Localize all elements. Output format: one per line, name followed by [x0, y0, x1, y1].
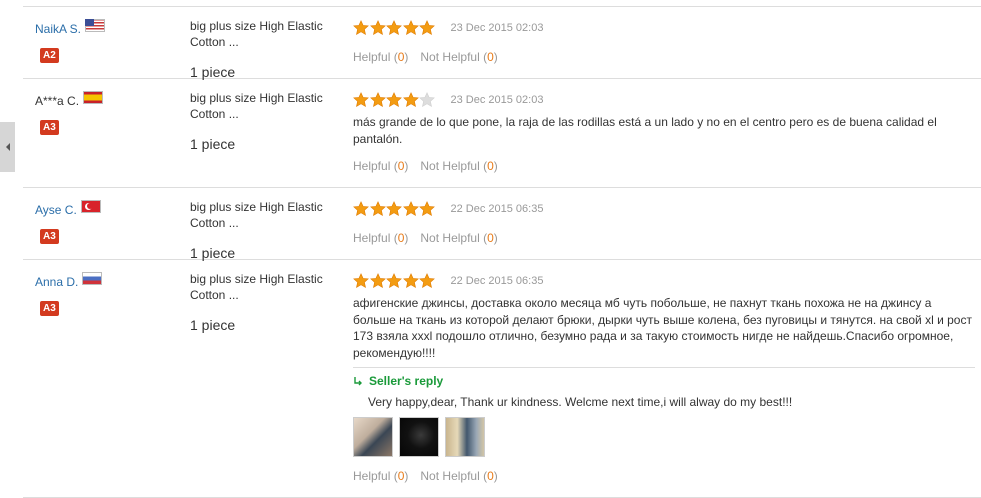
- product-info: big plus size High Elastic Cotton ... 1 …: [190, 90, 340, 152]
- star-filled-icon: [353, 92, 369, 107]
- star-filled-icon: [353, 20, 369, 35]
- not-helpful-button[interactable]: Not Helpful (0): [420, 469, 497, 483]
- review-content: 22 Dec 2015 06:35 афигенские джинсы, дос…: [353, 260, 975, 497]
- star-filled-icon: [369, 273, 386, 288]
- us-flag-icon: [85, 18, 106, 32]
- review-photos: [353, 417, 975, 457]
- product-info: big plus size High Elastic Cotton ... 1 …: [190, 18, 340, 80]
- buyer-name-link[interactable]: NaikA S.: [35, 22, 81, 36]
- seller-reply-heading: Seller's reply: [353, 374, 975, 388]
- star-filled-icon: [402, 92, 419, 107]
- buyer-level-badge: A3: [40, 120, 59, 135]
- ru-flag-icon: [82, 271, 103, 285]
- buyer-level-badge: A3: [40, 301, 59, 316]
- tr-flag-icon: [80, 199, 101, 213]
- feedback-list: NaikA S. A2 big plus size High Elastic C…: [23, 6, 981, 498]
- star-filled-icon: [386, 92, 402, 107]
- star-empty-icon: [419, 92, 435, 107]
- review-item: Ayse C. A3 big plus size High Elastic Co…: [23, 188, 981, 261]
- seller-reply-text: Very happy,dear, Thank ur kindness. Welc…: [368, 395, 793, 409]
- star-filled-icon: [353, 201, 369, 216]
- star-filled-icon: [386, 20, 402, 35]
- buyer-info: Ayse C. A3: [35, 199, 185, 244]
- review-content: 23 Dec 2015 02:03 más grande de lo que p…: [353, 79, 975, 187]
- product-quantity: 1 piece: [190, 136, 236, 152]
- buyer-level-badge: A2: [40, 48, 59, 63]
- helpful-votes: Helpful (0) Not Helpful (0): [353, 469, 975, 483]
- product-info: big plus size High Elastic Cotton ... 1 …: [190, 271, 340, 333]
- review-date: 22 Dec 2015 06:35: [450, 203, 544, 215]
- helpful-votes: Helpful (0) Not Helpful (0): [353, 159, 975, 173]
- star-rating: [353, 20, 436, 36]
- star-filled-icon: [402, 20, 419, 35]
- product-quantity: 1 piece: [190, 245, 236, 261]
- star-filled-icon: [386, 273, 402, 288]
- review-content: 23 Dec 2015 02:03 Helpful (0) Not Helpful…: [353, 7, 975, 78]
- helpful-button[interactable]: Helpful (0): [353, 50, 408, 64]
- review-photo-thumbnail[interactable]: [353, 417, 393, 457]
- helpful-button[interactable]: Helpful (0): [353, 469, 408, 483]
- review-date: 23 Dec 2015 02:03: [450, 22, 544, 34]
- star-rating: [353, 201, 436, 217]
- seller-reply: Seller's reply Very happy,dear, Thank ur…: [353, 367, 975, 457]
- review-content: 22 Dec 2015 06:35 Helpful (0) Not Helpful…: [353, 188, 975, 259]
- review-text: más grande de lo que pone, la raja de la…: [353, 115, 937, 146]
- star-filled-icon: [386, 201, 402, 216]
- product-title: big plus size High Elastic Cotton ...: [190, 19, 323, 49]
- not-helpful-button[interactable]: Not Helpful (0): [420, 231, 497, 245]
- product-quantity: 1 piece: [190, 317, 236, 333]
- buyer-info: A***a C. A3: [35, 90, 185, 135]
- review-date: 22 Dec 2015 06:35: [450, 275, 544, 287]
- helpful-votes: Helpful (0) Not Helpful (0): [353, 50, 975, 64]
- buyer-name-link[interactable]: Anna D.: [35, 275, 78, 289]
- review-item: Anna D. A3 big plus size High Elastic Co…: [23, 260, 981, 498]
- star-filled-icon: [419, 20, 435, 35]
- buyer-name-link[interactable]: Ayse C.: [35, 203, 77, 217]
- star-filled-icon: [353, 273, 369, 288]
- star-rating: [353, 92, 436, 108]
- collapse-sidebar-tab[interactable]: [0, 122, 15, 172]
- review-date: 23 Dec 2015 02:03: [450, 94, 544, 106]
- star-rating: [353, 273, 436, 289]
- review-photo-thumbnail[interactable]: [445, 417, 485, 457]
- helpful-votes: Helpful (0) Not Helpful (0): [353, 231, 975, 245]
- star-filled-icon: [402, 201, 419, 216]
- star-filled-icon: [369, 201, 386, 216]
- product-title: big plus size High Elastic Cotton ...: [190, 272, 323, 302]
- product-title: big plus size High Elastic Cotton ...: [190, 91, 323, 121]
- not-helpful-button[interactable]: Not Helpful (0): [420, 50, 497, 64]
- review-photo-thumbnail[interactable]: [399, 417, 439, 457]
- review-item: NaikA S. A2 big plus size High Elastic C…: [23, 7, 981, 80]
- product-info: big plus size High Elastic Cotton ... 1 …: [190, 199, 340, 261]
- review-text: афигенские джинсы, доставка около месяца…: [353, 296, 972, 360]
- helpful-button[interactable]: Helpful (0): [353, 159, 408, 173]
- caret-left-icon: [5, 143, 10, 151]
- star-filled-icon: [369, 20, 386, 35]
- reply-arrow-icon: [354, 377, 362, 386]
- star-filled-icon: [419, 273, 435, 288]
- star-filled-icon: [402, 273, 419, 288]
- buyer-level-badge: A3: [40, 229, 59, 244]
- buyer-info: Anna D. A3: [35, 271, 185, 316]
- review-item: A***a C. A3 big plus size High Elastic C…: [23, 79, 981, 188]
- buyer-name: A***a C.: [35, 94, 80, 108]
- helpful-button[interactable]: Helpful (0): [353, 231, 408, 245]
- buyer-info: NaikA S. A2: [35, 18, 185, 63]
- product-title: big plus size High Elastic Cotton ...: [190, 200, 323, 230]
- es-flag-icon: [83, 90, 104, 104]
- not-helpful-button[interactable]: Not Helpful (0): [420, 159, 497, 173]
- product-quantity: 1 piece: [190, 64, 236, 80]
- star-filled-icon: [419, 201, 435, 216]
- star-filled-icon: [369, 92, 386, 107]
